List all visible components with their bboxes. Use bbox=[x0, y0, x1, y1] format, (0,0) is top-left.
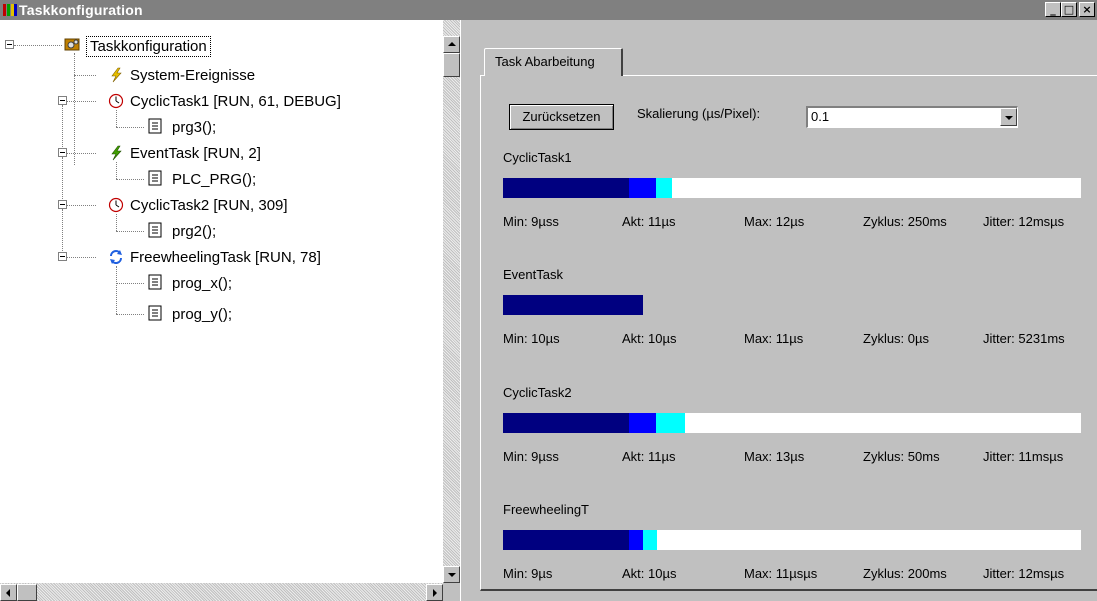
task-stat-max: Max: 11µs bbox=[744, 331, 804, 346]
reset-button[interactable]: Zurücksetzen bbox=[509, 104, 614, 130]
tree-item-label: prog_x(); bbox=[172, 275, 233, 292]
collapse-eventtask-toggle[interactable] bbox=[58, 148, 67, 157]
window-title: Taskkonfiguration bbox=[19, 2, 143, 18]
tree-item-label: prg3(); bbox=[172, 119, 217, 136]
scroll-thumb[interactable] bbox=[17, 584, 37, 601]
scroll-down-button[interactable] bbox=[443, 566, 460, 583]
program-document-icon bbox=[148, 305, 162, 321]
clock-icon bbox=[108, 197, 124, 213]
tree-item-label: PLC_PRG(); bbox=[172, 171, 257, 188]
task-stat-jitter: Jitter: 11msµs bbox=[983, 449, 1064, 464]
maximize-button[interactable]: □ bbox=[1061, 2, 1077, 17]
task-name: FreewheelingT bbox=[503, 502, 589, 517]
tree-item-label: prog_y(); bbox=[172, 306, 233, 323]
tree-item-prog-x[interactable]: prog_x(); bbox=[172, 272, 232, 294]
task-stat-jitter: Jitter: 12msµs bbox=[983, 566, 1065, 581]
scale-select-value: 0.1 bbox=[811, 109, 830, 124]
task-stat-jitter: Jitter: 12msµs bbox=[983, 214, 1065, 229]
scrollbar-corner bbox=[443, 583, 460, 601]
task-name: CyclicTask2 bbox=[503, 385, 572, 400]
tree-item-prg2[interactable]: prg2(); bbox=[172, 220, 216, 242]
cycle-arrows-icon bbox=[110, 250, 122, 264]
tree-item-cyclictask1[interactable]: CyclicTask1 [RUN, 61, DEBUG] bbox=[130, 90, 341, 112]
collapse-freewheelingtask-toggle[interactable] bbox=[58, 252, 67, 261]
tree-item-label: EventTask [RUN, 2] bbox=[130, 145, 261, 162]
task-name: EventTask bbox=[503, 267, 563, 282]
tree-vertical-scrollbar[interactable] bbox=[443, 20, 460, 585]
tree-item-label: System-Ereignisse bbox=[130, 67, 256, 84]
task-bar-min bbox=[503, 413, 629, 433]
dropdown-button[interactable] bbox=[1000, 108, 1017, 126]
arrow-right-icon bbox=[433, 589, 437, 597]
tree-item-freewheelingtask[interactable]: FreewheelingTask [RUN, 78] bbox=[130, 246, 321, 268]
task-stat-akt: Akt: 10µs bbox=[622, 566, 677, 581]
scroll-up-button[interactable] bbox=[443, 36, 460, 53]
task-stat-zyklus: Zyklus: 50ms bbox=[863, 449, 940, 464]
tree-item-system-events[interactable]: System-Ereignisse bbox=[130, 64, 255, 86]
task-stat-akt: Akt: 10µs bbox=[622, 331, 677, 346]
tab-task-abarbeitung[interactable]: Task Abarbeitung bbox=[484, 48, 623, 76]
tree-item-plc-prg[interactable]: PLC_PRG(); bbox=[172, 168, 256, 190]
scale-label: Skalierung (µs/Pixel): bbox=[637, 106, 761, 121]
tree-item-eventtask[interactable]: EventTask [RUN, 2] bbox=[130, 142, 261, 164]
collapse-root-toggle[interactable] bbox=[5, 40, 14, 49]
task-config-app-icon bbox=[3, 4, 17, 16]
tree-horizontal-scrollbar[interactable] bbox=[0, 583, 443, 601]
task-name: CyclicTask1 bbox=[503, 150, 572, 165]
scroll-thumb[interactable] bbox=[443, 53, 460, 77]
collapse-cyclictask1-toggle[interactable] bbox=[58, 96, 67, 105]
tree-root-label: Taskkonfiguration bbox=[86, 36, 211, 57]
tree-item-cyclictask2[interactable]: CyclicTask2 [RUN, 309] bbox=[130, 194, 288, 216]
window-title-bar: Taskkonfiguration _ □ × bbox=[0, 0, 1097, 20]
task-config-folder-icon bbox=[64, 38, 80, 51]
tree-item-prog-y[interactable]: prog_y(); bbox=[172, 303, 232, 325]
tree-item-label: CyclicTask1 [RUN, 61, DEBUG] bbox=[130, 93, 341, 110]
task-stat-zyklus: Zyklus: 250ms bbox=[863, 214, 947, 229]
lightning-icon bbox=[111, 67, 122, 83]
clock-icon bbox=[108, 93, 124, 109]
task-bar-track bbox=[503, 530, 1081, 550]
task-stat-max: Max: 12µs bbox=[744, 214, 805, 229]
scroll-left-button[interactable] bbox=[0, 584, 17, 601]
task-stat-akt: Akt: 11µs bbox=[622, 214, 676, 229]
tree-root[interactable]: Taskkonfiguration bbox=[86, 35, 445, 57]
arrow-down-icon bbox=[448, 573, 456, 577]
task-stat-zyklus: Zyklus: 200ms bbox=[863, 566, 947, 581]
task-bar-track bbox=[503, 178, 1081, 198]
task-bar-min bbox=[503, 295, 643, 315]
program-document-icon bbox=[148, 222, 162, 238]
task-stat-max: Max: 13µs bbox=[744, 449, 805, 464]
task-stat-zyklus: Zyklus: 0µs bbox=[863, 331, 930, 346]
task-tree[interactable]: Taskkonfiguration System-Ereignisse Cycl… bbox=[0, 20, 445, 585]
task-stat-akt: Akt: 11µs bbox=[622, 449, 676, 464]
tree-item-prg3[interactable]: prg3(); bbox=[172, 116, 216, 138]
task-bar-track bbox=[503, 295, 1081, 315]
arrow-left-icon bbox=[6, 589, 10, 597]
collapse-cyclictask2-toggle[interactable] bbox=[58, 200, 67, 209]
tree-item-label: prg2(); bbox=[172, 223, 217, 240]
task-bar-min bbox=[503, 530, 629, 550]
program-document-icon bbox=[148, 118, 162, 134]
task-stat-min: Min: 9µss bbox=[503, 214, 559, 229]
chevron-down-icon bbox=[1005, 116, 1013, 120]
tree-item-label: CyclicTask2 [RUN, 309] bbox=[130, 197, 288, 214]
lightning-icon bbox=[111, 145, 122, 161]
task-stat-min: Min: 9µs bbox=[503, 566, 553, 581]
arrow-up-icon bbox=[448, 42, 456, 46]
program-document-icon bbox=[148, 274, 162, 290]
scroll-right-button[interactable] bbox=[426, 584, 443, 601]
task-stat-min: Min: 10µs bbox=[503, 331, 560, 346]
minimize-button[interactable]: _ bbox=[1045, 2, 1061, 17]
task-bar-track bbox=[503, 413, 1081, 433]
task-stat-jitter: Jitter: 5231ms bbox=[983, 331, 1065, 346]
task-stat-min: Min: 9µss bbox=[503, 449, 559, 464]
program-document-icon bbox=[148, 170, 162, 186]
task-execution-panel: Task Abarbeitung Zurücksetzen Skalierung… bbox=[466, 20, 1097, 601]
task-bar-min bbox=[503, 178, 629, 198]
tree-item-label: FreewheelingTask [RUN, 78] bbox=[130, 249, 321, 266]
close-button[interactable]: × bbox=[1079, 2, 1095, 17]
task-stat-max: Max: 11µsµs bbox=[744, 566, 818, 581]
scale-select[interactable]: 0.1 bbox=[806, 106, 1018, 128]
